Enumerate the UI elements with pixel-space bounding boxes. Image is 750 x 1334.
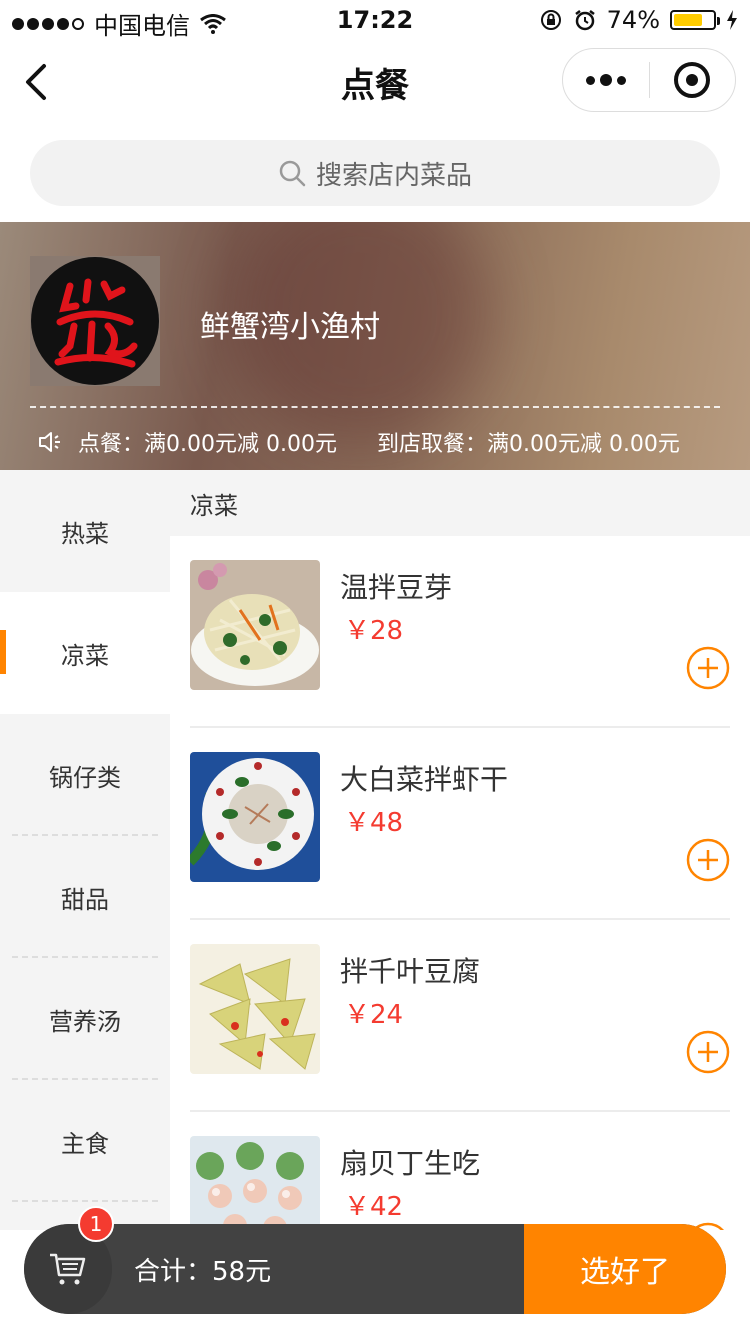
status-right: 74% — [539, 6, 738, 34]
category-desserts[interactable]: 甜品 — [0, 836, 170, 958]
category-label: 热菜 — [61, 519, 109, 548]
rotation-lock-icon — [540, 10, 561, 30]
dish-name: 温拌豆芽 — [340, 571, 453, 604]
category-label: 甜品 — [61, 885, 109, 914]
category-label: 主食 — [61, 1129, 109, 1158]
mini-program-capsule — [562, 48, 736, 112]
dish-item[interactable]: 温拌豆芽 ￥28 — [190, 536, 730, 728]
charging-icon — [727, 10, 737, 30]
close-program-button[interactable] — [650, 62, 736, 98]
category-hotpot[interactable]: 锅仔类 — [0, 714, 170, 836]
search-placeholder: 搜索店内菜品 — [315, 160, 472, 191]
cart-icon — [50, 1253, 86, 1285]
shop-logo — [30, 256, 160, 386]
battery-percent: 74% — [606, 6, 660, 34]
category-label: 锅仔类 — [49, 763, 121, 792]
crab-logo-icon — [54, 278, 138, 368]
alarm-icon — [574, 10, 595, 31]
add-icon[interactable] — [686, 646, 730, 690]
add-icon[interactable] — [686, 1030, 730, 1074]
promo-row: 点餐：满0.00元减 0.00元 到店取餐：满0.00元减 0.00元 — [38, 426, 680, 458]
category-sidebar: 热菜 凉菜 锅仔类 甜品 营养汤 主食 — [0, 470, 170, 1230]
cart-bar: 合计：58元 选好了 — [24, 1224, 726, 1314]
search-icon — [279, 160, 306, 187]
shop-banner: 鲜蟹湾小渔村 点餐：满0.00元减 0.00元 到店取餐：满0.00元减 0.0… — [0, 222, 750, 470]
dish-name: 大白菜拌虾干 — [340, 763, 509, 796]
category-staple-food[interactable]: 主食 — [0, 1080, 170, 1202]
dish-photo — [190, 752, 320, 882]
nav-bar: 点餐 — [0, 40, 750, 128]
promo-pickup: 到店取餐：满0.00元减 0.00元 — [376, 432, 680, 457]
dish-photo — [190, 1136, 320, 1230]
category-soups[interactable]: 营养汤 — [0, 958, 170, 1080]
status-bar: 中国电信 17:22 74% — [0, 0, 750, 40]
dish-photo — [190, 944, 320, 1074]
checkout-button[interactable]: 选好了 — [524, 1224, 726, 1314]
banner-divider — [30, 406, 720, 408]
target-icon — [674, 62, 711, 98]
speaker-icon — [39, 432, 60, 452]
cart-count-badge: 1 — [78, 1206, 114, 1242]
category-cold-dishes[interactable]: 凉菜 — [0, 592, 170, 714]
category-hot-dishes[interactable]: 热菜 — [0, 470, 170, 592]
dish-photo — [190, 560, 320, 690]
dish-item[interactable]: 拌千叶豆腐 ￥24 — [190, 920, 730, 1112]
dish-item[interactable]: 扇贝丁生吃 ￥42 — [190, 1112, 730, 1230]
promo-dine: 点餐：满0.00元减 0.00元 — [78, 432, 337, 457]
shop-name: 鲜蟹湾小渔村 — [200, 310, 380, 345]
dish-name: 扇贝丁生吃 — [340, 1147, 481, 1180]
dish-price: ￥48 — [344, 808, 404, 838]
dish-price: ￥28 — [344, 616, 404, 646]
dish-item[interactable]: 大白菜拌虾干 ￥48 — [190, 728, 730, 920]
dish-name: 拌千叶豆腐 — [340, 955, 481, 988]
category-label: 凉菜 — [61, 641, 109, 670]
dish-price: ￥24 — [344, 1000, 404, 1030]
dish-price: ￥42 — [344, 1192, 404, 1222]
search-input[interactable]: 搜索店内菜品 — [30, 140, 720, 206]
more-icon[interactable] — [563, 74, 649, 86]
category-label: 营养汤 — [49, 1007, 121, 1036]
add-icon[interactable] — [686, 838, 730, 882]
battery-icon — [670, 10, 720, 30]
cart-total: 合计：58元 — [134, 1256, 272, 1287]
section-title: 凉菜 — [170, 470, 750, 536]
dish-list[interactable]: 凉菜 温拌豆芽 ￥28 大白菜拌虾干 ￥48 拌千叶豆腐 ￥24 扇贝丁生吃 ￥… — [170, 470, 750, 1230]
